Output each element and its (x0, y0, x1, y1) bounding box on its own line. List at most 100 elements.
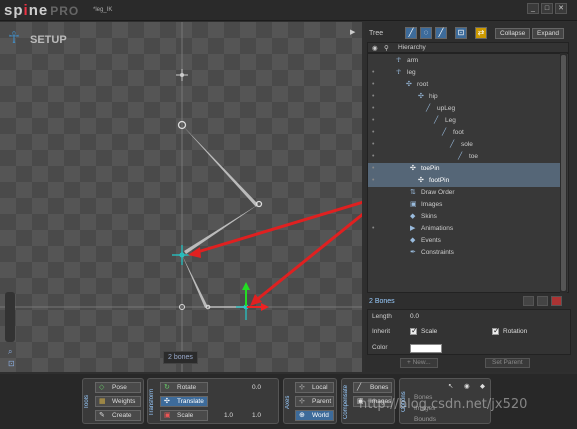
annotation-arrow-footpin (193, 200, 362, 255)
bone-icon: ╱ (426, 105, 431, 112)
tree-row-root[interactable]: • ✣ root (368, 79, 561, 91)
inherit-scale-checkbox[interactable] (410, 326, 418, 335)
tree-row-images[interactable]: ▣ Images (368, 199, 561, 211)
length-field[interactable]: 0.0 (410, 313, 419, 320)
sync-icon[interactable]: ⇄ (475, 27, 487, 39)
world-label: World (312, 412, 329, 419)
tree-action-icon[interactable] (523, 296, 534, 306)
world-axes-button[interactable]: ⊕ World (295, 410, 334, 421)
scale-x-value[interactable]: 1.0 (224, 412, 233, 419)
target-bone-icon: ✣ (410, 165, 416, 172)
rotate-value[interactable]: 0.0 (252, 384, 261, 391)
minimize-button[interactable]: _ (527, 3, 539, 14)
watermark: http://blog.csdn.net/jx520 (359, 397, 528, 412)
delete-icon[interactable] (551, 296, 562, 306)
tree-row-leg[interactable]: • ☥ leg (368, 67, 561, 79)
figure-icon: ☥ (396, 57, 402, 64)
transform-group-label: Transform (149, 388, 155, 416)
tree-row-label: Draw Order (421, 189, 455, 196)
tree-action-icon-2[interactable] (537, 296, 548, 306)
tree-row-label: Images (421, 201, 443, 208)
tree-row-events[interactable]: ◆ Events (368, 235, 561, 247)
tree-row-label: root (417, 81, 429, 88)
tree-row-footpin[interactable]: • ✣ footPin (368, 175, 561, 187)
x-gizmo-arrow (247, 303, 269, 311)
scrollbar-thumb[interactable] (561, 55, 566, 291)
parent-axes-button[interactable]: ⊹ Parent (295, 396, 334, 407)
tree-scrollbar[interactable] (560, 53, 567, 293)
set-parent-button[interactable]: Set Parent (485, 358, 530, 368)
visibility-dot[interactable]: • (372, 115, 374, 127)
visibility-dot[interactable]: • (372, 223, 374, 235)
expand-button[interactable]: Expand (532, 28, 565, 39)
tree-row-label: Skins (421, 213, 437, 220)
tree-row-constraints[interactable]: ✒ Constraints (368, 247, 561, 259)
fit-view-icon[interactable]: ⊡ (8, 359, 15, 368)
visibility-dot[interactable]: • (372, 163, 374, 175)
tree-row-label: footPin (429, 177, 450, 184)
tree-row-toe[interactable]: • ╱ toe (368, 151, 561, 163)
visibility-dot[interactable]: • (372, 79, 374, 91)
tree-row-hip[interactable]: • ✣ hip (368, 91, 561, 103)
new-button[interactable]: + New... (400, 358, 438, 368)
visibility-dot[interactable]: • (372, 175, 374, 187)
scale-y-value[interactable]: 1.0 (252, 412, 261, 419)
tree-row-foot[interactable]: • ╱ foot (368, 127, 561, 139)
translate-button[interactable]: ✣ Translate (160, 396, 208, 407)
close-button[interactable]: ✕ (555, 3, 567, 14)
visibility-dot[interactable]: • (372, 127, 374, 139)
viewport[interactable]: ☥ SETUP ▶ ⌕ ⊡ 2 bones (0, 22, 362, 372)
zoom-slider[interactable] (5, 292, 15, 342)
color-swatch[interactable] (410, 344, 442, 353)
logo-pro: PRO (50, 4, 80, 18)
collapse-button[interactable]: Collapse (495, 28, 531, 39)
scale-icon: ▣ (164, 412, 171, 419)
local-axes-button[interactable]: ⊹ Local (295, 382, 334, 393)
visibility-dot[interactable]: • (372, 67, 374, 79)
compensate-bones-label: Bones (370, 384, 389, 391)
tree-row-toepin[interactable]: • ✣ toePin (368, 163, 561, 175)
weights-tool-button[interactable]: ▦ Weights (95, 396, 141, 407)
visibility-dot[interactable]: • (372, 151, 374, 163)
create-tool-button[interactable]: ✎ Create (95, 410, 141, 421)
pose-icon: ◇ (99, 384, 105, 391)
tree-row-animations[interactable]: • ▶ Animations (368, 223, 561, 235)
inherit-rotation-checkbox[interactable] (492, 326, 500, 335)
select-icon[interactable]: ⊡ (455, 27, 467, 39)
ik-filter-icon[interactable]: ◌ (420, 27, 432, 39)
bone-icon: ╱ (442, 129, 447, 136)
tree-row-draw-order[interactable]: ⇅ Draw Order (368, 187, 561, 199)
compensate-bones-button[interactable]: ╱ Bones (353, 382, 392, 393)
skeleton-canvas[interactable] (0, 22, 362, 372)
tree-row-sole[interactable]: • ╱ sole (368, 139, 561, 151)
images-icon: ▣ (410, 201, 417, 208)
spine-editor-window: spine PRO *leg_IK _ □ ✕ ☥ SETUP ▶ ⌕ ⊡ 2 … (0, 0, 577, 429)
visibility-dot[interactable]: • (372, 103, 374, 115)
bone-properties: Length 0.0 Inherit Scale Rotation Color (367, 309, 571, 355)
bone-filter-icon[interactable]: ╱ (405, 27, 417, 39)
world-icon: ⊕ (299, 412, 305, 419)
option-pointer-icon[interactable]: ↖ (448, 382, 453, 390)
hierarchy-header: ◉ ⚲ Hierarchy (367, 42, 569, 53)
zoom-icon[interactable]: ⌕ (8, 347, 12, 357)
rotate-button[interactable]: ↻ Rotate (160, 382, 208, 393)
hierarchy-tree[interactable]: ☥ arm • ☥ leg • ✣ root • ✣ hip • ╱ upLeg • ╱ Leg • ╱ foot • ╱… (367, 53, 569, 293)
root-bone-marker (176, 69, 188, 81)
slot-filter-icon[interactable]: ╱ (435, 27, 447, 39)
eye-column-icon: ◉ (372, 45, 378, 52)
scale-button[interactable]: ▣ Scale (160, 410, 208, 421)
option-eye-icon[interactable]: ◉ (464, 382, 470, 390)
tree-row-arm[interactable]: ☥ arm (368, 55, 561, 67)
tree-row-leg[interactable]: • ╱ Leg (368, 115, 561, 127)
visibility-dot[interactable]: • (372, 91, 374, 103)
file-title: *leg_IK (93, 7, 113, 13)
tree-row-label: sole (461, 141, 473, 148)
pose-tool-button[interactable]: ◇ Pose (95, 382, 141, 393)
upleg-bone (182, 125, 258, 207)
visibility-dot[interactable]: • (372, 139, 374, 151)
tree-row-skins[interactable]: ◆ Skins (368, 211, 561, 223)
selection-count: 2 Bones (369, 298, 395, 305)
option-tag-icon[interactable]: ◆ (480, 382, 485, 390)
tree-row-upleg[interactable]: • ╱ upLeg (368, 103, 561, 115)
maximize-button[interactable]: □ (541, 3, 553, 14)
